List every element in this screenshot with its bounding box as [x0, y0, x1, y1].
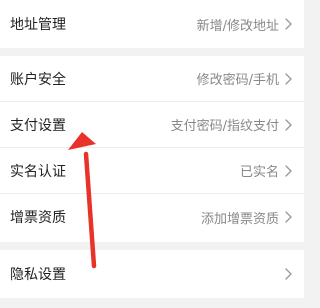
settings-group-account: 账户安全 修改密码/手机 支付设置 支付密码/指纹支付 实名认证 已实名 增票资… [0, 56, 304, 242]
chevron-right-icon [285, 211, 292, 223]
row-right: 已实名 [66, 161, 292, 180]
chevron-right-icon [285, 268, 292, 280]
settings-group-address: 地址管理 新增/修改地址 [0, 0, 304, 48]
chevron-right-icon [285, 118, 292, 131]
row-value: 添加增票资质 [200, 211, 279, 227]
row-label: 地址管理 [10, 17, 66, 33]
chevron-right-icon [285, 72, 292, 85]
settings-row-account-security[interactable]: 账户安全 修改密码/手机 [0, 56, 304, 102]
row-right: 支付密码/指纹支付 [66, 115, 292, 134]
chevron-right-icon [285, 18, 292, 30]
row-label: 账户安全 [10, 71, 66, 88]
row-value: 已实名 [239, 165, 279, 180]
row-right: 修改密码/手机 [66, 69, 292, 88]
row-right: 新增/修改地址 [66, 15, 292, 34]
row-label: 增票资质 [10, 210, 66, 226]
row-right [66, 268, 292, 280]
settings-row-address-management[interactable]: 地址管理 新增/修改地址 [0, 0, 304, 48]
settings-group-privacy: 隐私设置 [0, 250, 304, 298]
chevron-right-icon [285, 164, 292, 177]
row-label: 支付设置 [10, 117, 66, 134]
row-right: 添加增票资质 [66, 208, 292, 227]
row-label: 隐私设置 [10, 267, 66, 283]
settings-row-real-name-verification[interactable]: 实名认证 已实名 [0, 148, 304, 194]
settings-row-payment-settings[interactable]: 支付设置 支付密码/指纹支付 [0, 102, 304, 148]
row-value: 支付密码/指纹支付 [170, 119, 279, 134]
settings-row-vat-invoice-qualification[interactable]: 增票资质 添加增票资质 [0, 194, 304, 240]
row-value: 修改密码/手机 [196, 73, 279, 88]
settings-row-privacy-settings[interactable]: 隐私设置 [0, 250, 304, 298]
row-label: 实名认证 [10, 163, 66, 180]
row-value: 新增/修改地址 [196, 18, 279, 34]
